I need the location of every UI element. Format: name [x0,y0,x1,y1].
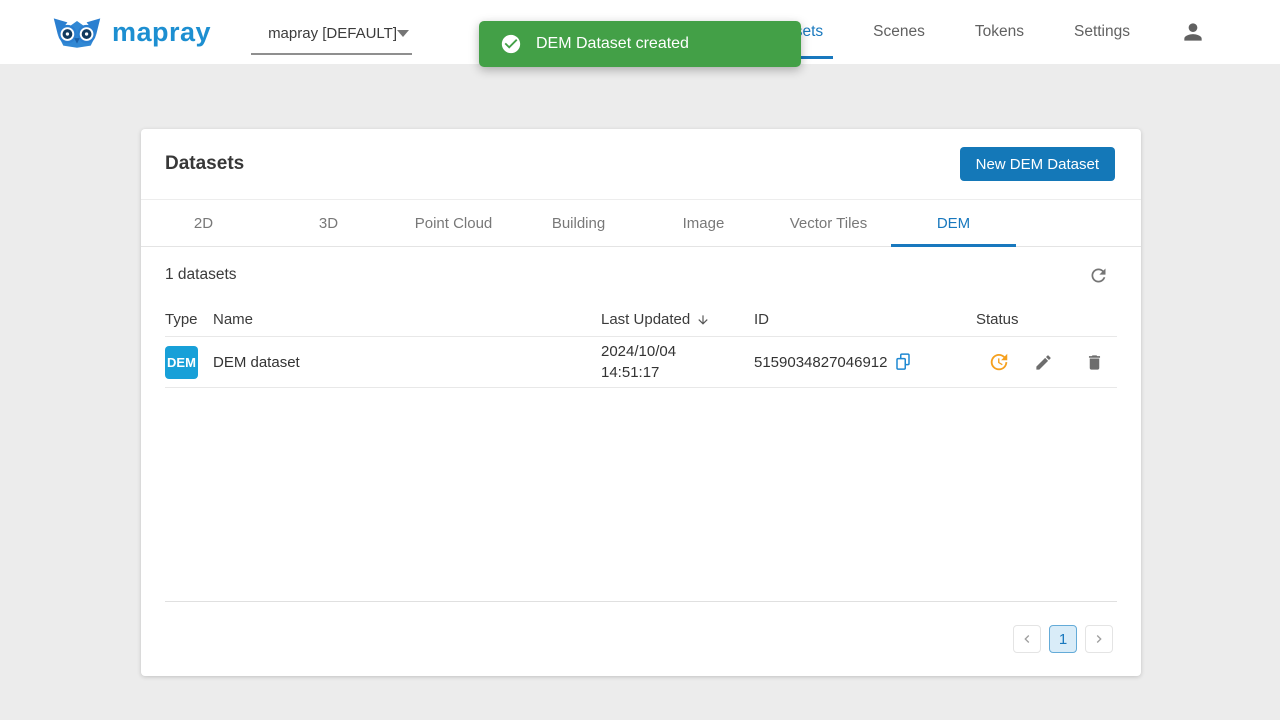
pencil-icon [1034,353,1053,372]
tab-building[interactable]: Building [516,200,641,246]
next-page-button[interactable] [1085,625,1113,653]
empty-list-area [141,388,1141,601]
cell-type: DEM [165,345,213,379]
list-toolbar: 1 datasets [141,247,1141,303]
cell-id: 5159034827046912 [754,352,976,372]
previous-page-button[interactable] [1013,625,1041,653]
chevron-right-icon [1091,631,1107,647]
toast-message: DEM Dataset created [536,35,689,52]
datasets-card: Datasets New DEM Dataset 2D 3D Point Clo… [141,129,1141,676]
owl-logo-icon [51,11,103,53]
nav-item-settings[interactable]: Settings [1074,0,1130,64]
page-title: Datasets [165,153,245,174]
delete-button[interactable] [1085,353,1104,372]
pagination: 1 [141,602,1141,676]
cell-name: DEM dataset [213,353,300,371]
workspace-selector-value: mapray [DEFAULT] [268,25,397,42]
last-updated-value: 2024/10/04 14:51:17 [601,343,677,381]
column-header-status: Status [976,311,1019,328]
account-button[interactable] [1180,19,1206,45]
refresh-icon [1088,265,1109,286]
status-processing-button[interactable] [988,351,1010,373]
edit-button[interactable] [1034,353,1053,372]
column-header-name: Name [213,311,254,328]
tab-2d[interactable]: 2D [141,200,266,246]
main-nav: Datasets Scenes Tokens Settings [751,0,1206,64]
workspace-selector[interactable]: mapray [DEFAULT] [251,21,413,55]
tab-vector-tiles[interactable]: Vector Tiles [766,200,891,246]
check-circle-icon [500,33,522,55]
nav-item-tokens[interactable]: Tokens [975,0,1024,64]
chevron-left-icon [1019,631,1035,647]
column-header-type: Type [165,311,198,328]
dataset-id-value: 5159034827046912 [754,353,888,371]
person-icon [1180,19,1206,45]
tab-3d[interactable]: 3D [266,200,391,246]
copy-id-button[interactable] [894,352,912,372]
nav-item-scenes[interactable]: Scenes [873,0,925,64]
column-header-last-updated-label: Last Updated [601,311,691,328]
column-header-last-updated[interactable]: Last Updated [601,311,754,328]
page-1-button[interactable]: 1 [1049,625,1077,653]
dataset-type-tabs: 2D 3D Point Cloud Building Image Vector … [141,199,1141,247]
cell-last-updated: 2024/10/04 14:51:17 [601,341,754,383]
brand-wordmark: mapray [112,16,212,47]
dataset-count: 1 datasets [165,266,237,283]
refresh-button[interactable] [1088,265,1117,286]
card-header: Datasets New DEM Dataset [141,129,1141,199]
brand-logo[interactable]: mapray [51,11,211,53]
update-clock-icon [988,351,1010,373]
table-row: DEM DEM dataset 2024/10/04 14:51:17 5159… [165,337,1117,388]
sort-arrow-down-icon [696,313,710,327]
tab-image[interactable]: Image [641,200,766,246]
chevron-down-icon [397,30,410,37]
new-dem-dataset-button[interactable]: New DEM Dataset [959,147,1115,181]
column-header-id: ID [754,311,769,328]
table-header-row: Type Name Last Updated ID Status [165,303,1117,337]
tab-dem[interactable]: DEM [891,200,1016,247]
toast-notification: DEM Dataset created [479,21,801,67]
cell-status [976,351,1117,373]
trash-icon [1085,353,1104,372]
dem-type-badge: DEM [165,345,198,379]
tab-point-cloud[interactable]: Point Cloud [391,200,516,246]
